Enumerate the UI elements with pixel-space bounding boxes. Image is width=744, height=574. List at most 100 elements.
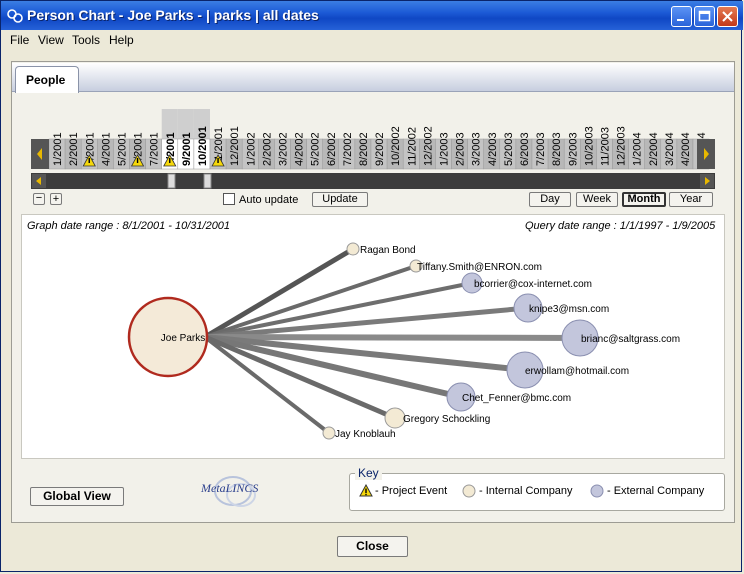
tab-people[interactable]: People [15, 66, 79, 93]
warning-icon [359, 484, 373, 497]
contact-node-label: Ragan Bond [360, 245, 416, 256]
key-title: Key [355, 466, 382, 480]
internal-circle-icon [462, 484, 476, 498]
contact-node[interactable] [384, 407, 406, 429]
timeline-month-label: 2/2001 [68, 132, 80, 166]
app-icon [7, 9, 23, 23]
timeline-month-label: 2/2004 [648, 132, 660, 166]
contact-node-label: Gregory Schockling [403, 414, 490, 425]
maximize-button[interactable] [694, 6, 715, 27]
timeline-month-label: 9/2001 [181, 132, 193, 166]
timeline-month-label: 10/2002 [390, 126, 402, 166]
timeline-month-label: 1/2001 [52, 132, 64, 166]
global-view-button[interactable]: Global View [30, 487, 124, 506]
timeline-month-label: 6/2003 [519, 132, 531, 166]
timeline-month-label: 3/2004 [664, 132, 676, 166]
timeline-month-label: 3/2002 [277, 132, 289, 166]
close-button[interactable]: Close [337, 536, 408, 557]
timeline-range-slider[interactable] [31, 173, 715, 189]
close-window-button[interactable] [717, 6, 738, 27]
warning-mark [88, 158, 90, 163]
timeline-month-label: 10/2001 [197, 126, 209, 166]
zoom-out-button[interactable]: − [33, 193, 45, 205]
person-graph[interactable]: Ragan BondTiffany.Smith@ENRON.com bcorrie… [21, 231, 725, 456]
contact-node-label: knipe3@msn.com [529, 304, 609, 315]
day-button[interactable]: Day [529, 192, 571, 207]
menu-bar: File View Tools Help [1, 30, 743, 49]
maximize-icon [698, 10, 711, 22]
timeline-month-label: 12/2003 [616, 126, 628, 166]
menu-help[interactable]: Help [109, 33, 134, 47]
minimize-button[interactable] [671, 6, 692, 27]
timeline-month-label: 5/2002 [310, 132, 322, 166]
key-project-event-label: - Project Event [375, 485, 448, 497]
graph-edges [203, 246, 581, 435]
zoom-in-button[interactable]: + [50, 193, 62, 205]
slider-end-handle[interactable] [203, 173, 212, 189]
metalincs-logo: MetaLINCS [200, 476, 258, 507]
window-title: Person Chart - Joe Parks - | parks | all… [27, 7, 319, 23]
timeline-month-label: 2/2002 [261, 132, 273, 166]
timeline-month-label: 9/2002 [374, 132, 386, 166]
center-node-label: Joe Parks [161, 333, 205, 344]
warning-mark [169, 158, 171, 163]
timeline-columns: 1/2001 2/2001 3/2001 4/2001 5/2001 6/2001 7/20… [48, 109, 710, 170]
warning-mark [217, 158, 219, 163]
timeline[interactable]: 1/2001 2/2001 3/2001 4/2001 5/2001 6/2001 7/20… [31, 109, 715, 193]
warning-mark [136, 158, 139, 163]
auto-update-label: Auto update [239, 194, 299, 206]
contact-node-label: bcorrier@cox-internet.com [474, 279, 592, 290]
contact-node[interactable] [346, 242, 360, 256]
tab-people-label: People [26, 73, 66, 87]
timeline-month-label: 1/2002 [245, 132, 257, 166]
contact-node-label: brianc@saltgrass.com [581, 334, 680, 345]
graph-edge [204, 334, 526, 373]
timeline-month-label: 11/2003 [599, 127, 611, 166]
timeline-month-label: 6/2002 [326, 132, 338, 166]
timeline-month-label: 4/2001 [100, 132, 112, 166]
timeline-month-label: 10/2003 [583, 126, 595, 166]
menu-tools[interactable]: Tools [72, 33, 100, 47]
contact-node-label: Jay Knoblauh [335, 429, 396, 440]
timeline-month-label: 1/2004 [632, 132, 644, 166]
key-internal-company-label: - Internal Company [479, 485, 573, 497]
timeline-month-label: 7/2001 [149, 132, 161, 166]
timeline-month-label: 8/2002 [358, 132, 370, 166]
week-button[interactable]: Week [576, 192, 618, 207]
timeline-month-label: 4/2002 [294, 132, 306, 166]
close-icon [722, 11, 733, 22]
year-button[interactable]: Year [669, 192, 713, 207]
menu-file[interactable]: File [10, 33, 29, 47]
minimize-icon [677, 19, 684, 21]
timeline-month-label: 9/2003 [567, 132, 579, 166]
logo-text: MetaLINCS [200, 481, 258, 495]
contact-node-label: Chet_Fenner@bmc.com [462, 393, 571, 404]
timeline-month-label: 3/2003 [471, 132, 483, 166]
timeline-month-label: 1/2003 [438, 132, 450, 166]
external-circle-icon [590, 484, 604, 498]
contact-node-label: erwollam@hotmail.com [525, 366, 629, 377]
person-chart-window: Person Chart - Joe Parks - | parks | all… [0, 0, 743, 572]
update-button[interactable]: Update [312, 192, 368, 207]
timeline-month-label: 7/2002 [342, 132, 354, 166]
key-external-company-label: - External Company [607, 485, 705, 497]
title-bar[interactable]: Person Chart - Joe Parks - | parks | all… [1, 1, 743, 30]
timeline-month-label: 4/2004 [680, 132, 692, 166]
timeline-month-label: 5/2001 [116, 132, 128, 166]
timeline-month-label: 12/2001 [229, 126, 241, 166]
tab-strip [12, 63, 734, 92]
timeline-month-label: 7/2003 [535, 132, 547, 166]
month-button[interactable]: Month [622, 192, 666, 207]
timeline-month-label: 5/2003 [503, 132, 515, 166]
menu-view[interactable]: View [38, 33, 64, 47]
timeline-month-label: 12/2002 [422, 126, 434, 166]
timeline-month-label: 11/2002 [406, 127, 418, 166]
graph-edge [204, 334, 581, 341]
contact-node[interactable] [322, 426, 336, 440]
timeline-month-label: 8/2003 [551, 132, 563, 166]
timeline-month-label: 2/2003 [455, 132, 467, 166]
auto-update-checkbox[interactable] [223, 193, 235, 205]
slider-start-handle[interactable] [167, 173, 176, 189]
timeline-month-label: 4/2003 [487, 132, 499, 166]
contact-node-label: Tiffany.Smith@ENRON.com [417, 262, 542, 273]
